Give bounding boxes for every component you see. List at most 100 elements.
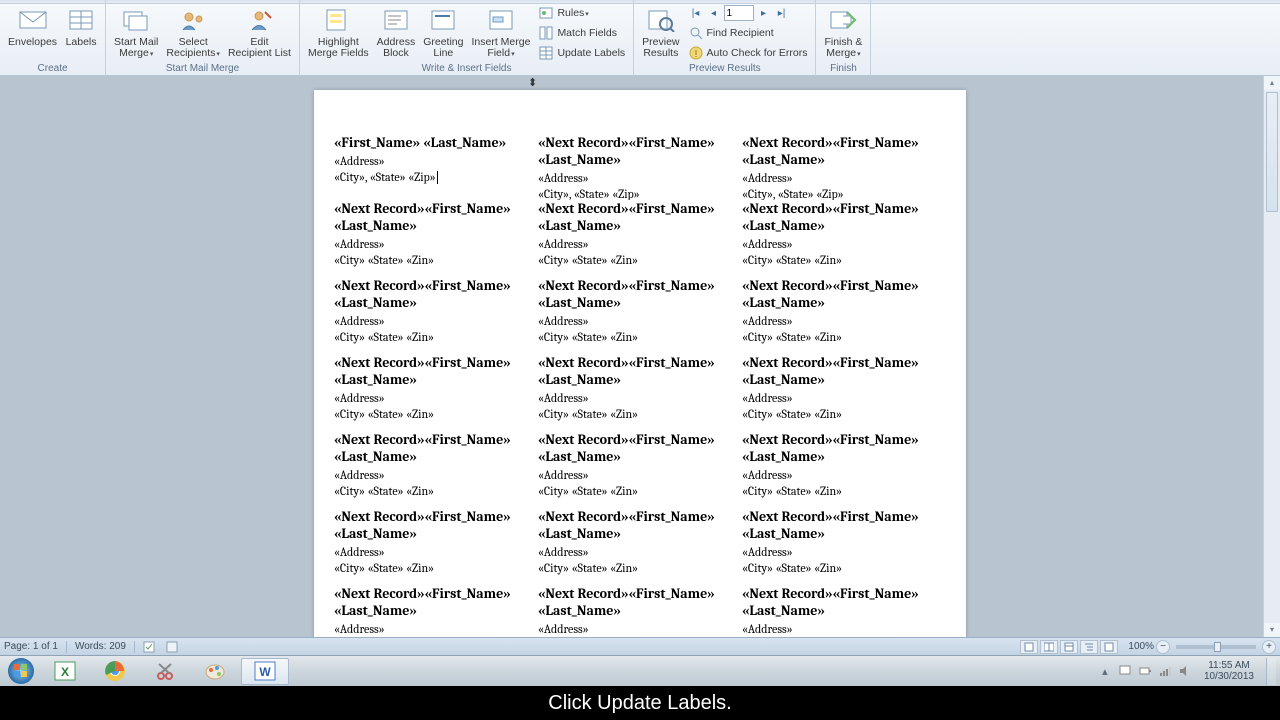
tray-flag-icon[interactable] [1118,664,1132,678]
label-cell[interactable]: «Next Record»«First_Name» «Last_Name» «Ad… [334,354,538,431]
envelopes-button[interactable]: Envelopes [4,2,61,50]
label-cell[interactable]: «Next Record»«First_Name» «Last_Name»«Ad… [334,508,538,585]
status-bar: Page: 1 of 1 Words: 209 100% − + [0,637,1280,655]
tray-power-icon[interactable] [1138,664,1152,678]
merge-city-line: «City», «State» «Zip» [538,187,732,200]
merge-name-line: «Next Record»«First_Name» «Last_Name» [334,200,528,234]
task-paint[interactable] [191,658,239,685]
select-recipients-button[interactable]: SelectRecipients [162,2,224,62]
label-cell[interactable]: «Next Record»«First_Name» «Last_Name» «Ad… [538,508,742,585]
tray-network-icon[interactable] [1158,664,1172,678]
last-record-button[interactable]: ▸| [774,5,790,21]
label-cell[interactable]: «Next Record»«First_Name» «Last_Name»«Ad… [742,508,946,585]
insert-merge-field-button[interactable]: Insert MergeField [467,2,534,62]
merge-city-line: «City» «State» «Zin» [742,561,936,575]
label-cell[interactable]: «Next Record»«First_Name» «Last_Name»«Ad… [538,134,742,200]
label-cell[interactable]: «Next Record»«First_Name» «Last_Name»«Ad… [742,354,946,431]
proofing-icon[interactable] [143,640,157,654]
merge-city-line: «City» «State» «Zin» [334,407,528,421]
label-cell[interactable]: «Next Record»«First_Name» «Last_Name»«Ad… [334,431,538,508]
taskbar: X W ▴ 11:55 AM 10/30/2013 [0,655,1280,686]
task-chrome[interactable] [91,658,139,685]
full-screen-view[interactable] [1040,640,1058,654]
merge-address-line: «Address» [538,314,732,328]
group-write-insert: HighlightMerge Fields AddressBlock Greet… [300,0,634,76]
merge-name-line: «Next Record»«First_Name» «Last_Name» [742,431,936,465]
label-cell[interactable]: «Next Record»«First_Name» «Last_Name»«Ad… [742,200,946,277]
label-cell[interactable]: «Next Record»«First_Name» «Last_Name»«Ad… [334,277,538,354]
document-workspace: ▣▣ ▴ ▾ ⬍ «First_Name» «Last_Name»«Addres… [0,76,1280,637]
merge-address-line: «Address» [538,545,732,559]
merge-address-line: «Address» [742,622,936,636]
label-cell[interactable]: «Next Record»«First_Name» «Last_Name»«Ad… [742,277,946,354]
greeting-line-button[interactable]: GreetingLine [419,2,467,61]
finish-merge-button[interactable]: Finish &Merge [820,2,866,62]
outline-view[interactable] [1080,640,1098,654]
document-page[interactable]: ⬍ «First_Name» «Last_Name»«Address»«City… [314,90,966,637]
auto-check-errors-button[interactable]: ! Auto Check for Errors [684,44,812,62]
recipients-icon [177,4,209,36]
show-desktop-button[interactable] [1266,658,1276,685]
match-fields-button[interactable]: Match Fields [534,24,629,42]
scroll-up-button[interactable]: ▴ [1264,76,1280,90]
task-snip[interactable] [141,658,189,685]
page-indicator[interactable]: Page: 1 of 1 [4,641,58,652]
label-cell[interactable]: «Next Record»«First_Name» «Last_Name»«Ad… [742,431,946,508]
svg-text:!: ! [694,49,697,60]
web-layout-view[interactable] [1060,640,1078,654]
label-cell[interactable]: «Next Record»«First_Name» «Last_Name»«Ad… [334,200,538,277]
prev-record-button[interactable]: ◂ [706,5,722,21]
check-icon: ! [688,45,704,61]
merge-name-line: «Next Record»«First_Name» «Last_Name» [334,277,528,311]
label-cell[interactable]: «Next Record»«First_Name» «Last_Name»«Ad… [742,134,946,200]
merge-name-line: «Next Record»«First_Name» «Last_Name» [334,354,528,388]
label-cell[interactable]: «Next Record»«First_Name» «Last_Name»«Ad… [538,354,742,431]
merge-address-line: «Address» [742,171,936,185]
scroll-thumb[interactable] [1266,92,1278,212]
group-finish: Finish &Merge Finish [816,0,871,76]
zoom-in-button[interactable]: + [1262,640,1276,654]
zoom-out-button[interactable]: − [1156,640,1170,654]
greeting-icon [427,4,459,36]
word-count[interactable]: Words: 209 [75,641,126,652]
vertical-scrollbar[interactable]: ▴ ▾ [1263,76,1280,637]
address-block-button[interactable]: AddressBlock [373,2,420,61]
zoom-slider[interactable] [1176,645,1256,649]
label-cell[interactable]: «Next Record»«First_Name» «Last_Name»«Ad… [334,585,538,637]
labels-button[interactable]: Labels [61,2,101,50]
tray-volume-icon[interactable] [1178,664,1192,678]
merge-name-line: «Next Record»«First_Name» «Last_Name» [538,585,732,619]
highlight-merge-fields-button[interactable]: HighlightMerge Fields [304,2,373,61]
draft-view[interactable] [1100,640,1118,654]
label-cell[interactable]: «Next Record»«First_Name» «Last_Name»«Ad… [538,200,742,277]
record-number-input[interactable] [724,5,754,21]
label-cell[interactable]: «Next Record»«First_Name» «Last_Name»«Ad… [742,585,946,637]
caption-bar: Click Update Labels. [0,686,1280,720]
label-cell[interactable]: «Next Record»«First_Name» «Last_Name»«Ad… [538,431,742,508]
label-cell[interactable]: «First_Name» «Last_Name»«Address»«City»,… [334,134,538,200]
rules-button[interactable]: Rules [534,4,629,22]
task-excel[interactable]: X [41,658,89,685]
find-recipient-button[interactable]: Find Recipient [684,24,812,42]
merge-address-line: «Address» [742,391,936,405]
update-labels-button[interactable]: Update Labels [534,44,629,62]
first-record-button[interactable]: |◂ [688,5,704,21]
start-mail-merge-button[interactable]: Start MailMerge [110,2,162,62]
label-cell[interactable]: «Next Record»«First_Name» «Last_Name»«Ad… [538,585,742,637]
zoom-level[interactable]: 100% [1128,641,1154,652]
edit-recipient-list-button[interactable]: EditRecipient List [224,2,295,61]
task-word[interactable]: W [241,658,289,685]
match-icon [538,25,554,41]
scroll-down-button[interactable]: ▾ [1264,623,1280,637]
merge-name-line: «Next Record»«First_Name» «Last_Name» [538,508,732,542]
tray-up-icon[interactable]: ▴ [1098,664,1112,678]
macro-icon[interactable] [165,640,179,654]
label-cell[interactable]: «Next Record»«First_Name» «Last_Name»«Ad… [538,277,742,354]
clock[interactable]: 11:55 AM 10/30/2013 [1198,660,1260,682]
preview-results-button[interactable]: PreviewResults [638,2,683,61]
merge-name-line: «Next Record»«First_Name» «Last_Name» [538,431,732,465]
start-button[interactable] [2,657,40,685]
next-record-button[interactable]: ▸ [756,5,772,21]
merge-address-line: «Address» [334,391,528,405]
print-layout-view[interactable] [1020,640,1038,654]
